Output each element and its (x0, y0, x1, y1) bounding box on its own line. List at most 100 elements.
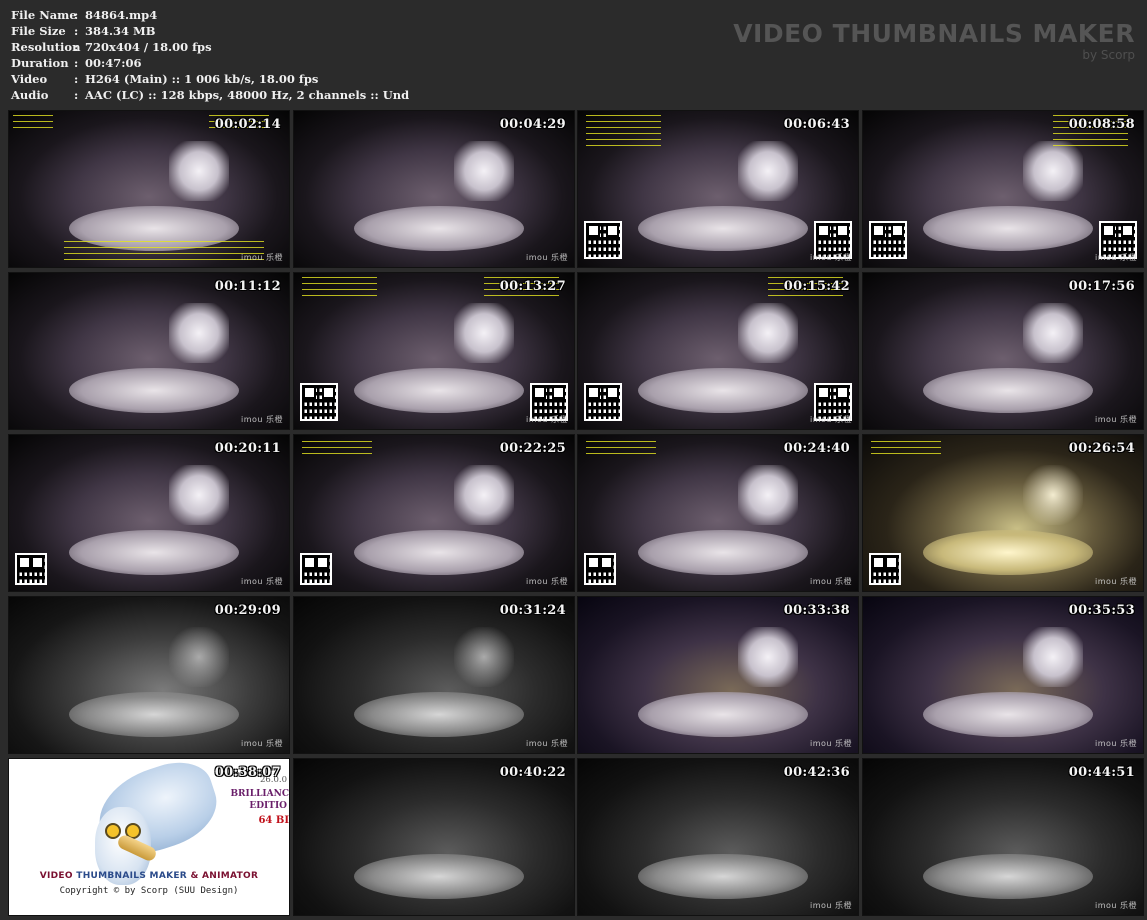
qr-code (584, 553, 616, 585)
timestamp: 00:20:11 (214, 441, 281, 456)
bed (354, 368, 524, 413)
timestamp: 00:24:40 (783, 441, 850, 456)
bed (923, 854, 1093, 899)
window-light (454, 627, 514, 687)
thumbnail: 00:33:38 imou 乐橙 (577, 596, 859, 754)
info-value: 84864.mp4 (85, 8, 158, 22)
timestamp: 00:22:25 (499, 441, 566, 456)
timestamp: 00:13:27 (499, 279, 566, 294)
qr-code (869, 553, 901, 585)
copyright: Copyright © by Scorp (SUU Design) (59, 886, 239, 896)
camera-watermark: imou 乐橙 (1094, 253, 1137, 262)
thumbnail: 00:20:11 imou 乐橙 (8, 434, 290, 592)
window-light (738, 627, 798, 687)
info-colon: : (74, 40, 79, 54)
window-light (169, 465, 229, 525)
camera-watermark: imou 乐橙 (809, 253, 852, 262)
bed (638, 368, 808, 413)
file-info: File Name:84864.mp4 File Size:384.34 MB … (11, 7, 409, 103)
info-row-audio: Audio: AAC (LC) :: 128 kbps, 48000 Hz, 2 … (11, 87, 409, 103)
window-light (738, 303, 798, 363)
info-key: Duration (11, 56, 69, 70)
bed (923, 368, 1093, 413)
qr-code (584, 221, 622, 259)
timestamp: 00:15:42 (783, 279, 850, 294)
thumbnail: 00:31:24 imou 乐橙 (293, 596, 575, 754)
window-light (738, 465, 798, 525)
timestamp: 00:38:07 (214, 765, 281, 780)
overlay-text (64, 241, 264, 263)
window-light (1023, 627, 1083, 687)
timestamp: 00:33:38 (783, 603, 850, 618)
bed (69, 692, 239, 737)
qr-code (15, 553, 47, 585)
camera-watermark: imou 乐橙 (240, 739, 283, 748)
overlay-text (13, 115, 53, 129)
bed (923, 692, 1093, 737)
overlay-text (586, 115, 661, 149)
timestamp: 00:31:24 (499, 603, 566, 618)
thumbnail: 00:35:53 imou 乐橙 (862, 596, 1144, 754)
camera-watermark: imou 乐橙 (809, 415, 852, 424)
bed (923, 206, 1093, 251)
info-value: 384.34 MB (85, 24, 156, 38)
timestamp: 00:08:58 (1068, 117, 1135, 132)
timestamp: 00:44:51 (1068, 765, 1135, 780)
window-light (454, 465, 514, 525)
camera-watermark: imou 乐橙 (240, 415, 283, 424)
thumbnail-grid: 00:02:14 imou 乐橙 00:04:29 imou 乐橙 00:06:… (6, 108, 1144, 918)
program-title: VIDEO THUMBNAILS MAKER & ANIMATOR (9, 871, 289, 881)
bed (638, 530, 808, 575)
window-light (1023, 303, 1083, 363)
thumbnail: 00:26:54 imou 乐橙 (862, 434, 1144, 592)
bed (638, 854, 808, 899)
thumbnail: 00:13:27 imou 乐橙 (293, 272, 575, 430)
program-title-part: VIDEO (39, 871, 77, 881)
info-row-file-name: File Name:84864.mp4 (11, 7, 409, 23)
camera-watermark: imou 乐橙 (525, 253, 568, 262)
camera-watermark: imou 乐橙 (1094, 739, 1137, 748)
thumbnail: 00:11:12 imou 乐橙 (8, 272, 290, 430)
info-key: Resolution (11, 40, 81, 54)
thumbnail: 00:22:25 imou 乐橙 (293, 434, 575, 592)
bed (69, 530, 239, 575)
thumbnail: 00:04:29 imou 乐橙 (293, 110, 575, 268)
qr-code (300, 553, 332, 585)
overlay-text (302, 277, 377, 299)
timestamp: 00:06:43 (783, 117, 850, 132)
info-row-duration: Duration:00:47:06 (11, 55, 409, 71)
program-logo-card: 26.0.0 BRILLIANC EDITIO 64 BI VIDEO THUM… (8, 758, 290, 916)
timestamp: 00:11:12 (214, 279, 281, 294)
thumbnail: 00:08:58 imou 乐橙 (862, 110, 1144, 268)
camera-watermark: imou 乐橙 (809, 739, 852, 748)
timestamp: 00:17:56 (1068, 279, 1135, 294)
brand-subtitle: by Scorp (1082, 48, 1135, 62)
info-key: Video (11, 72, 48, 86)
info-value: H264 (Main) :: 1 006 kb/s, 18.00 fps (85, 72, 319, 86)
timestamp: 00:29:09 (214, 603, 281, 618)
camera-watermark: imou 乐橙 (809, 901, 852, 910)
timestamp: 00:35:53 (1068, 603, 1135, 618)
bed (354, 206, 524, 251)
camera-watermark: imou 乐橙 (1094, 577, 1137, 586)
bits-label: 64 BI (258, 815, 289, 826)
info-colon: : (74, 56, 79, 70)
camera-watermark: imou 乐橙 (525, 415, 568, 424)
timestamp: 00:04:29 (499, 117, 566, 132)
info-value: AAC (LC) :: 128 kbps, 48000 Hz, 2 channe… (85, 88, 410, 102)
overlay-text (586, 441, 656, 457)
info-value: 00:47:06 (85, 56, 142, 70)
bed (354, 854, 524, 899)
info-key: Audio (11, 88, 49, 102)
window-light (738, 141, 798, 201)
brand-title: VIDEO THUMBNAILS MAKER (733, 19, 1135, 48)
camera-watermark: imou 乐橙 (240, 577, 283, 586)
window-light (169, 141, 229, 201)
info-colon: : (74, 88, 79, 102)
info-key: File Name (11, 8, 77, 22)
window-light (454, 303, 514, 363)
window-light (169, 627, 229, 687)
camera-watermark: imou 乐橙 (525, 577, 568, 586)
info-colon: : (74, 24, 79, 38)
info-row-resolution: Resolution:720x404 / 18.00 fps (11, 39, 409, 55)
